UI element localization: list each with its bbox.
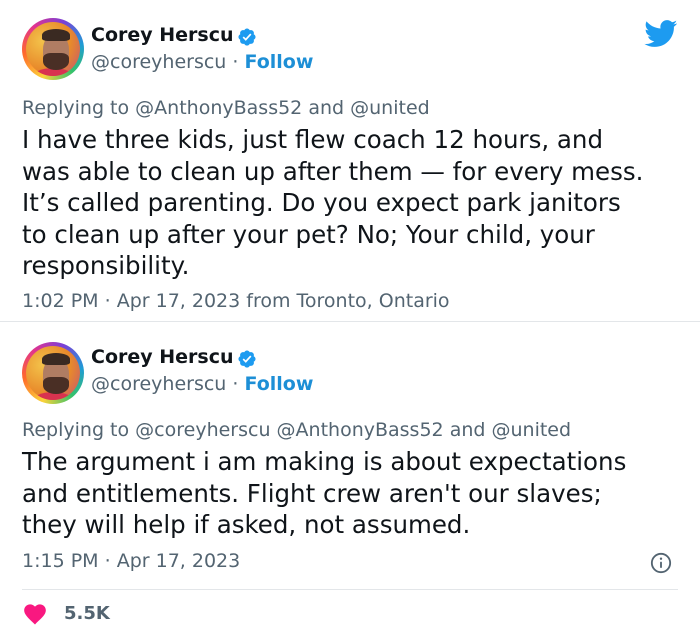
tweet-meta: 1:02 PM · Apr 17, 2023 from Toronto, Ont… <box>22 290 450 312</box>
tweet-text-line: I have three kids, just flew coach 12 ho… <box>22 125 604 154</box>
reply-prefix: Replying to <box>22 419 130 441</box>
avatar[interactable] <box>22 18 84 80</box>
tweet-text-line: The argument i am making is about expect… <box>22 447 627 476</box>
reply-conjunction: and <box>308 97 345 119</box>
reply-mention-united[interactable]: @united <box>491 419 571 441</box>
tweet-text-line: to clean up after your pet? No; Your chi… <box>22 219 595 249</box>
avatar-photo <box>26 346 80 400</box>
reply-prefix: Replying to <box>22 97 130 119</box>
reply-mentions[interactable]: @coreyherscu @AnthonyBass52 <box>135 419 443 441</box>
tweet-time[interactable]: 1:15 PM <box>22 550 99 572</box>
tweet-meta: 1:15 PM · Apr 17, 2023 <box>22 550 240 572</box>
follow-button[interactable]: Follow <box>244 373 313 395</box>
tweet-time[interactable]: 1:02 PM <box>22 290 99 312</box>
reply-context: Replying to @coreyherscu @AnthonyBass52 … <box>22 419 571 441</box>
like-count: 5.5K <box>64 602 110 624</box>
verified-badge-icon <box>238 350 256 368</box>
actions-divider <box>22 589 678 590</box>
tweet-text-line: responsibility. <box>22 251 190 280</box>
author-handle-line: @coreyherscu · Follow <box>91 373 313 395</box>
author-name[interactable]: Corey Herscu <box>91 346 234 368</box>
separator-dot: · <box>104 550 111 572</box>
tweet-card-1: Corey Herscu @coreyherscu · Follow Reply… <box>0 0 700 322</box>
author-handle-line: @coreyherscu · Follow <box>91 51 313 73</box>
author-handle[interactable]: @coreyherscu <box>91 51 226 73</box>
avatar-photo <box>26 22 80 76</box>
like-action[interactable]: 5.5K <box>22 598 110 628</box>
reply-mentions[interactable]: @AnthonyBass52 <box>135 97 302 119</box>
heart-icon[interactable] <box>22 601 48 625</box>
tweet-text-line: was able to clean up after them — for ev… <box>22 156 644 186</box>
tweet-location: from Toronto, Ontario <box>246 290 450 312</box>
author-name[interactable]: Corey Herscu <box>91 24 234 46</box>
reply-context: Replying to @AnthonyBass52 and @united <box>22 97 430 119</box>
reply-conjunction: and <box>449 419 486 441</box>
tweet-date[interactable]: Apr 17, 2023 <box>117 550 241 572</box>
tweet-date[interactable]: Apr 17, 2023 <box>117 290 241 312</box>
tweet-text-line: It’s called parenting. Do you expect par… <box>22 188 621 217</box>
tweet-text: I have three kids, just flew coach 12 ho… <box>22 124 682 282</box>
separator-dot: · <box>232 51 239 73</box>
tweet-text: The argument i am making is about expect… <box>22 446 682 541</box>
separator-dot: · <box>104 290 111 312</box>
follow-button[interactable]: Follow <box>244 51 313 73</box>
author-handle[interactable]: @coreyherscu <box>91 373 226 395</box>
verified-badge-icon <box>238 28 256 46</box>
tweet-card-2: Corey Herscu @coreyherscu · Follow Reply… <box>0 322 700 641</box>
reply-mention-united[interactable]: @united <box>350 97 430 119</box>
tweet-text-line: they will help if asked, not assumed. <box>22 510 471 539</box>
avatar[interactable] <box>22 342 84 404</box>
separator-dot: · <box>232 373 239 395</box>
tweet-text-line: and entitlements. Flight crew aren't our… <box>22 478 602 508</box>
info-icon[interactable] <box>650 552 672 574</box>
twitter-bird-icon[interactable] <box>644 20 678 48</box>
